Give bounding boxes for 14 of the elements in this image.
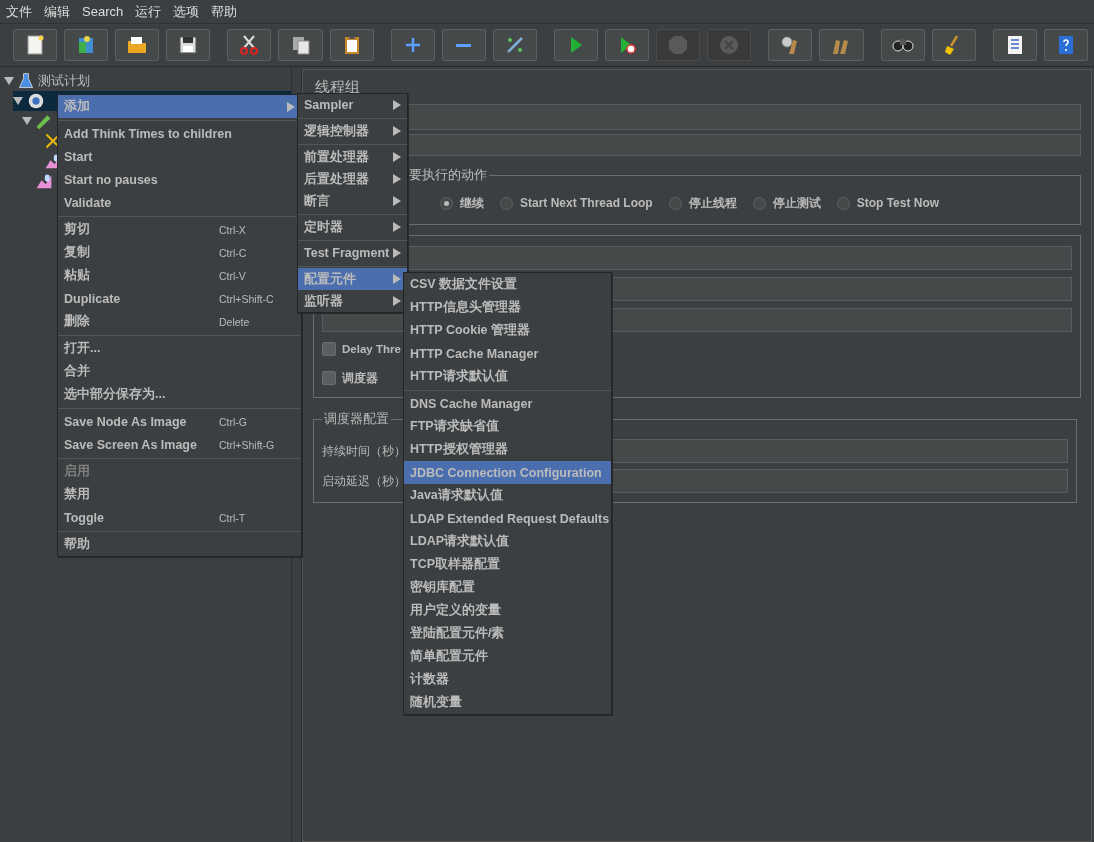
shortcut-label: Ctrl-V <box>219 269 247 282</box>
shortcut-label: Ctrl+Shift-G <box>219 438 276 451</box>
node-label: 测试计划 <box>38 72 90 90</box>
field-label: 持续时间（秒） <box>322 443 404 459</box>
shortcut-label: Ctrl-T <box>219 511 247 524</box>
group-legend: 调度器配置 <box>322 410 391 428</box>
shortcut-label: Delete <box>219 315 251 328</box>
group-legend: 要执行的动作 <box>407 166 489 184</box>
shortcut-label: Ctrl-C <box>219 246 248 259</box>
shortcut-label: Ctrl-X <box>219 223 247 236</box>
shortcut-label: Ctrl-G <box>219 415 248 428</box>
panel-title: 线程组 <box>314 78 361 97</box>
field-label: 启动延迟（秒） <box>322 473 404 489</box>
shortcut-label: Ctrl+Shift-C <box>219 292 275 305</box>
